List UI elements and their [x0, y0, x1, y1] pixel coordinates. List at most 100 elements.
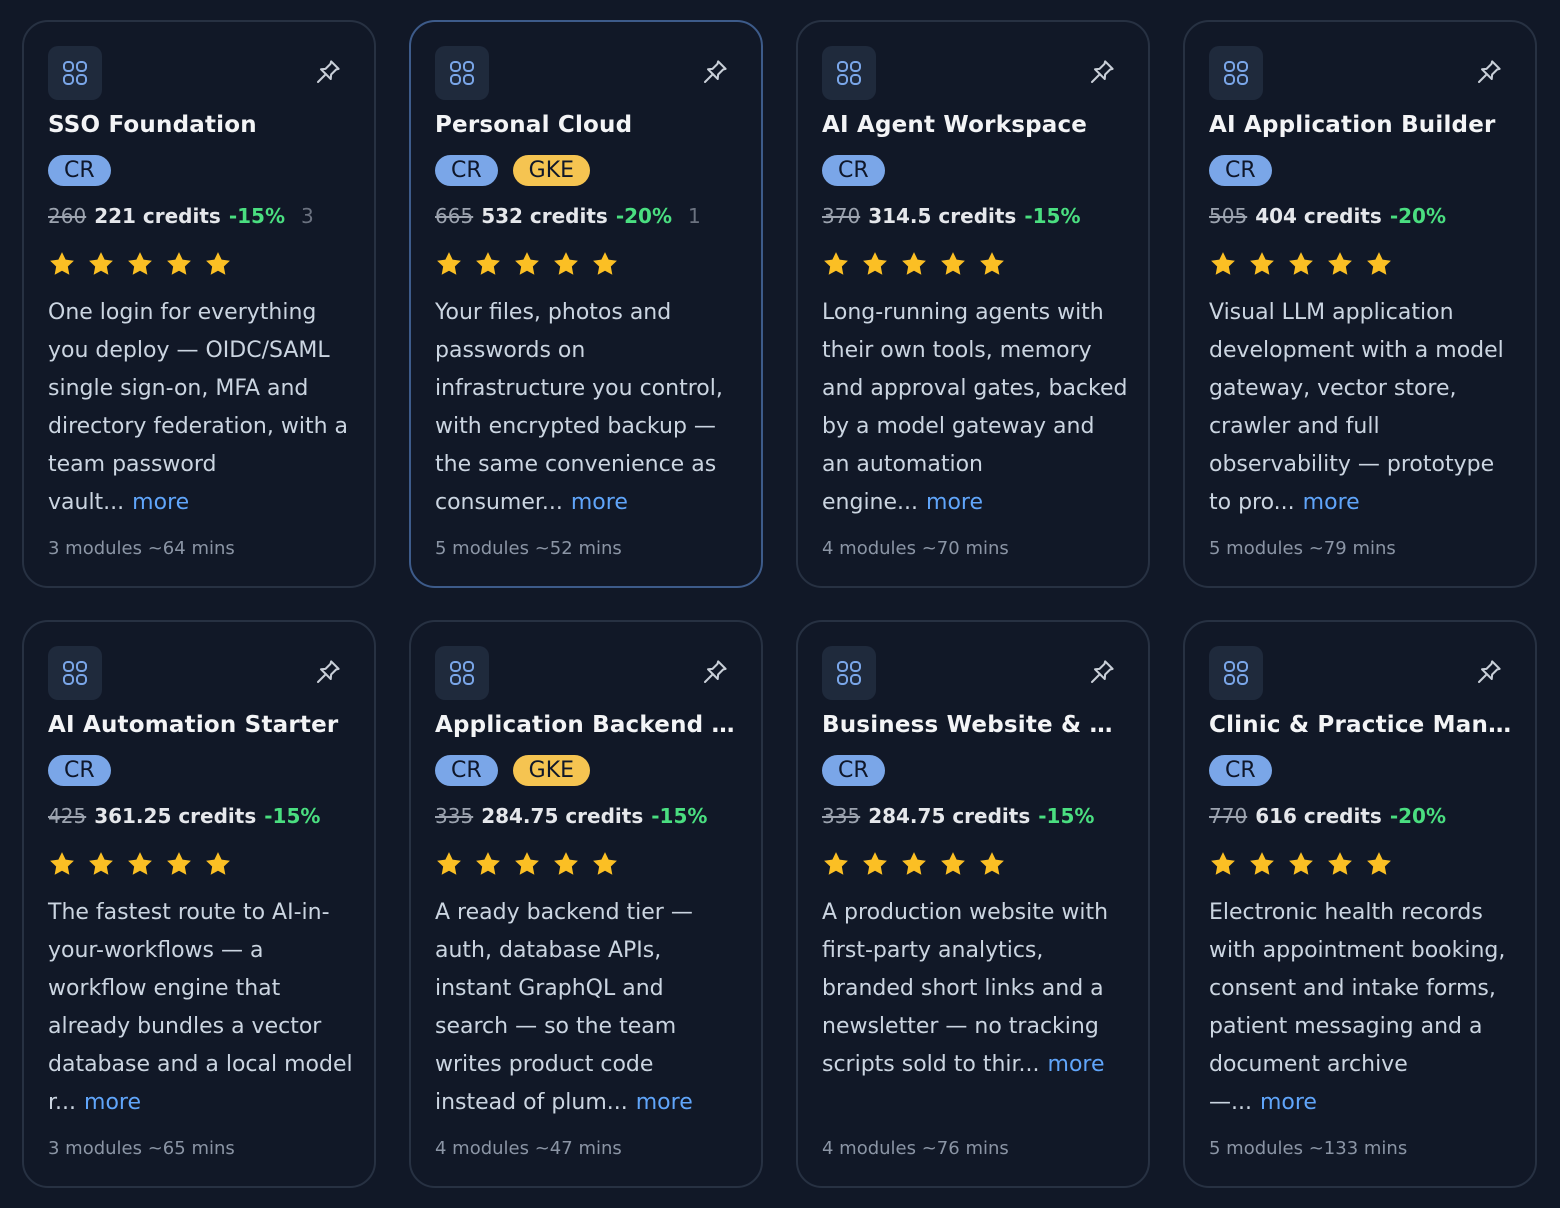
pin-icon[interactable] [312, 656, 344, 688]
badge-list: CR [1209, 155, 1272, 186]
more-link[interactable]: more [1260, 1090, 1317, 1115]
star-rating [435, 250, 619, 282]
description-text: Visual LLM application development with … [1209, 300, 1504, 515]
star-icon [165, 250, 193, 282]
pin-icon[interactable] [312, 56, 344, 88]
badge-cr: CR [822, 155, 885, 186]
star-icon [861, 250, 889, 282]
description-text: Electronic health records with appointme… [1209, 900, 1506, 1115]
badge-cr: CR [435, 755, 498, 786]
more-link[interactable]: more [132, 490, 189, 515]
card-title: AI Agent Workspace [822, 112, 1088, 138]
star-icon [435, 850, 463, 882]
app-grid-icon [822, 646, 876, 700]
description-text: A ready backend tier — auth, database AP… [435, 900, 693, 1115]
star-icon [1209, 250, 1237, 282]
template-card[interactable]: AI Application Builder CR 505 404 credit… [1183, 20, 1537, 588]
star-icon [1326, 850, 1354, 882]
star-rating [1209, 850, 1393, 882]
more-link[interactable]: more [571, 490, 628, 515]
template-card[interactable]: Personal Cloud CR GKE 665 532 credits -20… [409, 20, 763, 588]
badge-gke: GKE [512, 155, 591, 186]
star-icon [204, 250, 232, 282]
pin-icon[interactable] [699, 56, 731, 88]
card-title: Application Backend Ser... [435, 712, 739, 738]
star-icon [552, 250, 580, 282]
badge-list: CR [48, 155, 111, 186]
more-link[interactable]: more [1048, 1052, 1105, 1077]
usage-count: 1 [688, 204, 701, 228]
star-icon [1248, 250, 1276, 282]
app-grid-icon [48, 46, 102, 100]
pin-icon[interactable] [1473, 656, 1505, 688]
star-icon [978, 250, 1006, 282]
star-icon [474, 250, 502, 282]
card-description: One login for everything you deploy — OI… [48, 294, 354, 522]
description-text: A production website with first-party an… [822, 900, 1109, 1077]
original-price: 260 [48, 204, 87, 228]
badge-cr: CR [822, 755, 885, 786]
pin-icon[interactable] [699, 656, 731, 688]
modules-duration: 5 modules ~133 mins [1209, 1138, 1408, 1159]
discount-label: -15% [1024, 204, 1081, 228]
app-grid-icon [48, 646, 102, 700]
original-price: 335 [435, 804, 474, 828]
discount-label: -20% [1389, 804, 1446, 828]
star-icon [48, 850, 76, 882]
star-icon [939, 250, 967, 282]
price-row: 260 221 credits -15% 3 [48, 204, 314, 228]
star-icon [822, 850, 850, 882]
app-grid-icon [435, 46, 489, 100]
star-icon [1287, 250, 1315, 282]
star-icon [126, 250, 154, 282]
star-icon [513, 250, 541, 282]
badge-cr: CR [435, 155, 498, 186]
template-card[interactable]: AI Agent Workspace CR 370 314.5 credits … [796, 20, 1150, 588]
modules-duration: 3 modules ~64 mins [48, 538, 235, 559]
original-price: 665 [435, 204, 474, 228]
app-grid-icon [1209, 46, 1263, 100]
template-card[interactable]: AI Automation Starter CR 425 361.25 cred… [22, 620, 376, 1188]
star-rating [1209, 250, 1393, 282]
app-grid-icon [435, 646, 489, 700]
badge-list: CR [822, 155, 885, 186]
more-link[interactable]: more [1303, 490, 1360, 515]
star-icon [513, 850, 541, 882]
pin-icon[interactable] [1473, 56, 1505, 88]
star-icon [939, 850, 967, 882]
card-title: Personal Cloud [435, 112, 633, 138]
description-text: The fastest route to AI-in-your-workflow… [48, 900, 353, 1115]
badge-gke: GKE [512, 755, 591, 786]
app-grid-icon [1209, 646, 1263, 700]
template-card[interactable]: Application Backend Ser... CR GKE 335 284… [409, 620, 763, 1188]
template-card[interactable]: SSO Foundation CR 260 221 credits -15% 3… [22, 20, 376, 588]
template-card[interactable]: Business Website & Blog CR 335 284.75 cr… [796, 620, 1150, 1188]
modules-duration: 4 modules ~76 mins [822, 1138, 1009, 1159]
card-title: Clinic & Practice Manag... [1209, 712, 1513, 738]
badge-list: CR [48, 755, 111, 786]
more-link[interactable]: more [84, 1090, 141, 1115]
more-link[interactable]: more [926, 490, 983, 515]
star-icon [1209, 850, 1237, 882]
badge-list: CR [1209, 755, 1272, 786]
card-description: Visual LLM application development with … [1209, 294, 1515, 522]
card-title: AI Application Builder [1209, 112, 1496, 138]
current-price: 284.75 credits [481, 804, 644, 828]
pin-icon[interactable] [1086, 56, 1118, 88]
card-description: Electronic health records with appointme… [1209, 894, 1515, 1122]
pin-icon[interactable] [1086, 656, 1118, 688]
more-link[interactable]: more [636, 1090, 693, 1115]
star-icon [591, 850, 619, 882]
star-icon [435, 250, 463, 282]
original-price: 425 [48, 804, 87, 828]
current-price: 284.75 credits [868, 804, 1031, 828]
price-row: 770 616 credits -20% [1209, 804, 1446, 828]
template-card[interactable]: Clinic & Practice Manag... CR 770 616 cr… [1183, 620, 1537, 1188]
modules-duration: 4 modules ~47 mins [435, 1138, 622, 1159]
current-price: 221 credits [94, 204, 221, 228]
card-description: Long-running agents with their own tools… [822, 294, 1128, 522]
discount-label: -15% [228, 204, 285, 228]
star-icon [126, 850, 154, 882]
current-price: 361.25 credits [94, 804, 257, 828]
description-text: Your files, photos and passwords on infr… [435, 300, 723, 515]
